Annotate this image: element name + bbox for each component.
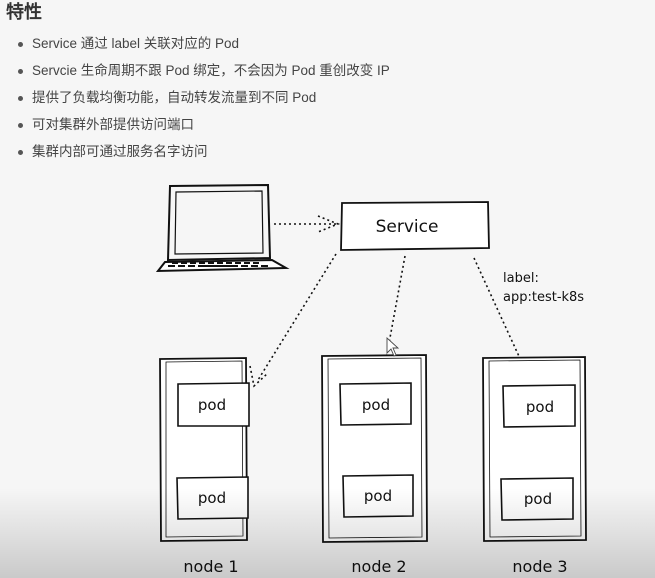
pod-label: pod	[526, 398, 554, 416]
service-diagram: Service label: app:test-k8s pod pod node…	[155, 183, 587, 576]
bullet-icon	[18, 150, 23, 155]
service-label: Service	[376, 217, 439, 237]
page-heading: 特性	[6, 2, 42, 22]
bullet-icon	[18, 123, 23, 128]
feature-item: Service 通过 label 关联对应的 Pod	[14, 34, 390, 61]
pod-box: pod	[339, 382, 412, 426]
bullet-icon	[18, 96, 23, 101]
pod-label: pod	[198, 489, 226, 507]
node-2: pod pod node 2	[321, 354, 428, 576]
pod-label: pod	[364, 487, 392, 505]
cursor-icon	[386, 336, 400, 357]
node-label: node 2	[351, 557, 406, 576]
arrow-laptop-service	[274, 215, 341, 233]
pod-box: pod	[502, 384, 576, 428]
node-1: pod pod node 1	[159, 357, 250, 576]
pod-box: pod	[177, 382, 250, 427]
label-annotation-value: app:test-k8s	[503, 290, 584, 305]
pod-label: pod	[362, 396, 390, 414]
bullet-icon	[18, 42, 23, 47]
feature-item: 可对集群外部提供访问端口	[14, 115, 390, 142]
pod-box: pod	[342, 474, 414, 518]
feature-item: 集群内部可通过服务名字访问	[14, 142, 390, 169]
feature-text: 提供了负载均衡功能，自动转发流量到不同 Pod	[32, 90, 317, 105]
feature-text: Servcie 生命周期不跟 Pod 绑定，不会因为 Pod 重创改变 IP	[32, 63, 390, 78]
feature-item: Servcie 生命周期不跟 Pod 绑定，不会因为 Pod 重创改变 IP	[14, 61, 390, 88]
service-box: Service	[340, 201, 490, 251]
node-3: pod pod node 3	[482, 356, 587, 576]
node-label: node 3	[512, 557, 567, 576]
pod-label: pod	[524, 490, 552, 508]
label-annotation-key: label:	[503, 271, 539, 286]
feature-item: 提供了负载均衡功能，自动转发流量到不同 Pod	[14, 88, 390, 115]
bullet-icon	[18, 69, 23, 74]
pod-box: pod	[176, 476, 249, 520]
feature-text: 集群内部可通过服务名字访问	[32, 144, 208, 159]
feature-text: 可对集群外部提供访问端口	[32, 117, 194, 132]
feature-list: Service 通过 label 关联对应的 Pod Servcie 生命周期不…	[14, 34, 390, 169]
pod-label: pod	[198, 396, 226, 414]
pod-box: pod	[500, 477, 574, 521]
node-label: node 1	[183, 557, 238, 576]
laptop-icon	[155, 183, 290, 273]
feature-text: Service 通过 label 关联对应的 Pod	[32, 36, 240, 51]
